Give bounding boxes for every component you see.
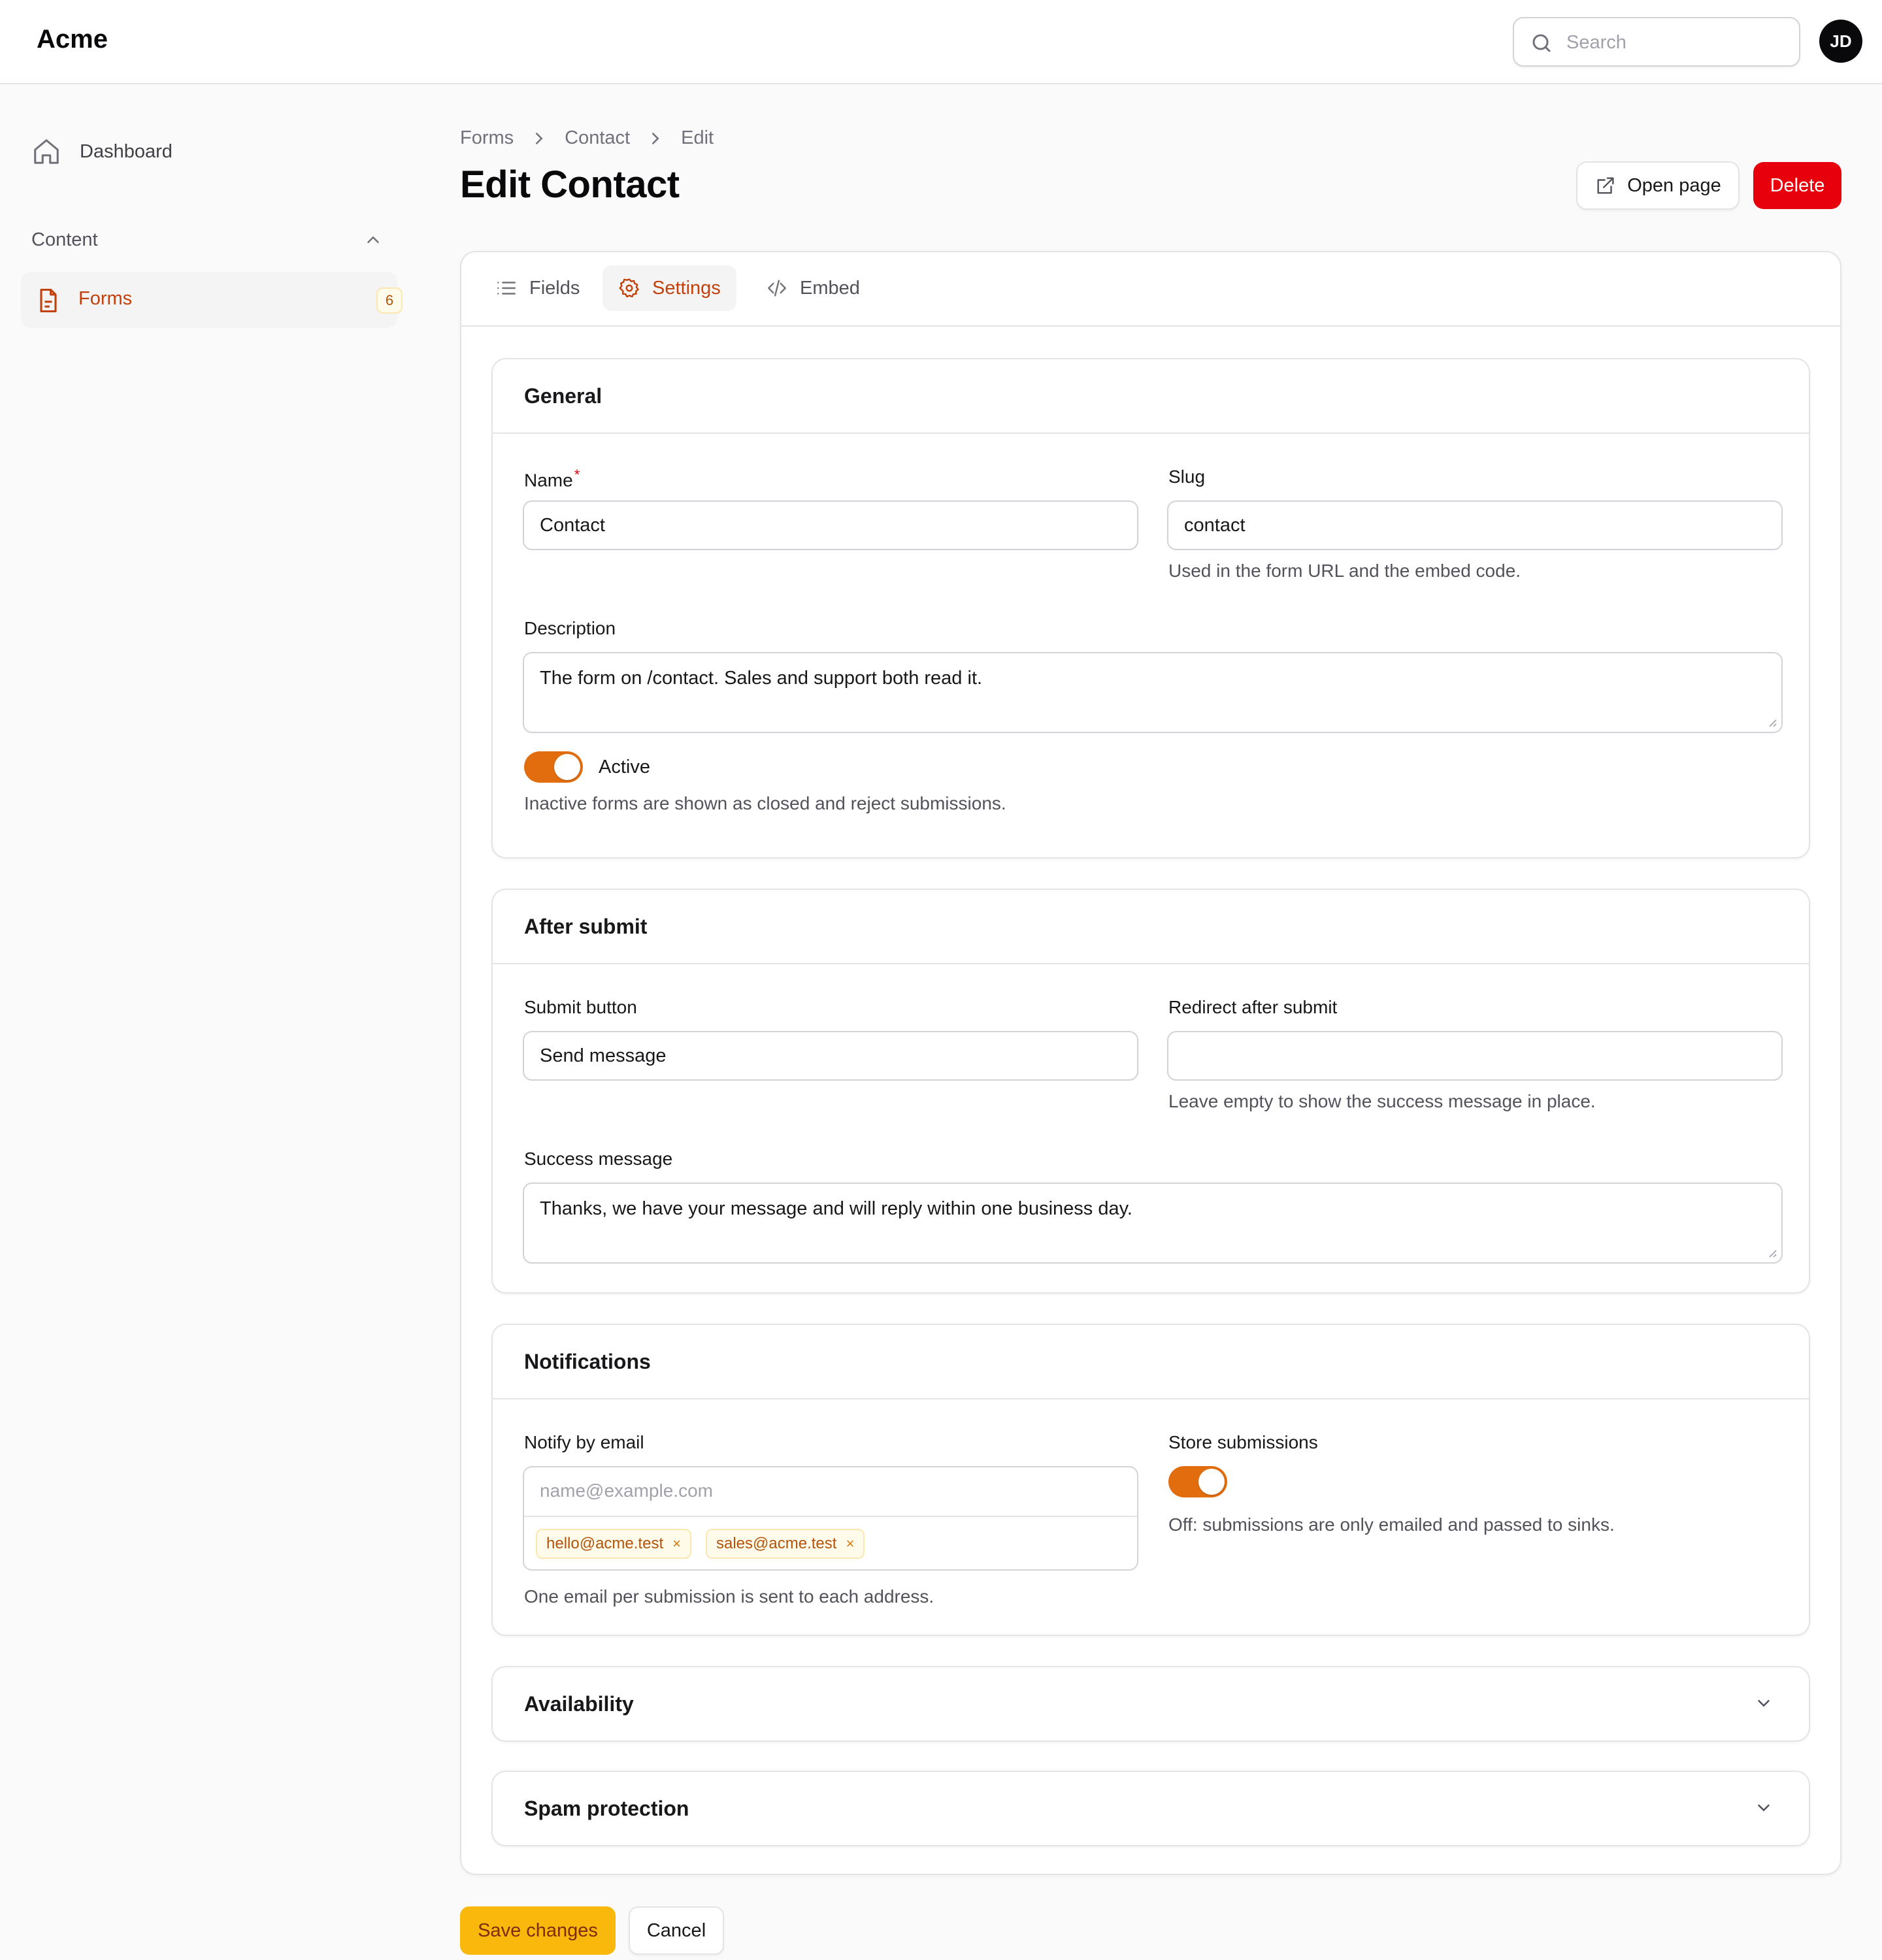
breadcrumb-forms[interactable]: Forms bbox=[460, 127, 514, 149]
description-label: Description bbox=[524, 618, 616, 638]
name-input[interactable]: Contact bbox=[523, 500, 1138, 550]
search-placeholder: Search bbox=[1566, 32, 1626, 53]
email-chip: hello@acme.test × bbox=[536, 1529, 691, 1559]
tab-label: Embed bbox=[800, 277, 860, 299]
store-submissions-label: Store submissions bbox=[1168, 1432, 1318, 1452]
divider bbox=[524, 1516, 1137, 1517]
store-submissions-help: Off: submissions are only emailed and pa… bbox=[1168, 1514, 1615, 1535]
active-help: Inactive forms are shown as closed and r… bbox=[524, 793, 1006, 813]
sidebar-item-label: Dashboard bbox=[80, 140, 173, 162]
section-title: Notifications bbox=[524, 1350, 651, 1373]
slug-input[interactable]: contact bbox=[1167, 500, 1783, 550]
page-title: Edit Contact bbox=[460, 163, 680, 206]
tab-settings[interactable]: Settings bbox=[603, 265, 736, 311]
notify-email-label: Notify by email bbox=[524, 1432, 644, 1452]
availability-section[interactable]: Availability bbox=[491, 1666, 1810, 1742]
section-header: General bbox=[493, 359, 1809, 434]
email-chip-label: hello@acme.test bbox=[546, 1535, 664, 1552]
chevron-up-icon[interactable] bbox=[363, 230, 383, 250]
list-icon bbox=[497, 282, 516, 295]
sidebar-item-forms[interactable]: Forms 6 bbox=[21, 272, 403, 328]
open-page-button[interactable]: Open page bbox=[1576, 161, 1740, 210]
section-header: After submit bbox=[493, 890, 1809, 964]
section-header: Availability bbox=[493, 1667, 1809, 1742]
tab-bar: Fields Settings Embed bbox=[461, 252, 1840, 327]
slug-label: Slug bbox=[1168, 466, 1206, 487]
chevron-right-icon bbox=[536, 132, 543, 144]
success-message-textarea[interactable]: Thanks, we have your message and will re… bbox=[523, 1183, 1783, 1264]
section-header: Spam protection bbox=[493, 1772, 1809, 1846]
toggle-knob bbox=[1198, 1469, 1225, 1495]
tab-label: Fields bbox=[529, 277, 580, 299]
chevron-right-icon bbox=[652, 132, 659, 144]
breadcrumb-contact[interactable]: Contact bbox=[565, 127, 630, 149]
chevron-down-icon[interactable] bbox=[1754, 1693, 1774, 1713]
redirect-help: Leave empty to show the success message … bbox=[1168, 1091, 1596, 1111]
section-title: After submit bbox=[524, 915, 648, 938]
active-toggle[interactable] bbox=[524, 751, 583, 783]
description-value: The form on /contact. Sales and support … bbox=[540, 668, 983, 689]
brand-logo[interactable]: Acme bbox=[37, 25, 108, 54]
chevron-down-icon[interactable] bbox=[1754, 1798, 1774, 1818]
section-title: Availability bbox=[524, 1692, 634, 1716]
breadcrumb-edit: Edit bbox=[681, 127, 714, 148]
submit-button-label: Submit button bbox=[524, 997, 637, 1017]
delete-button[interactable]: Delete bbox=[1753, 162, 1841, 209]
required-marker: * bbox=[574, 466, 580, 483]
active-label: Active bbox=[599, 757, 650, 777]
avatar[interactable]: JD bbox=[1819, 20, 1862, 63]
save-changes-button[interactable]: Save changes bbox=[460, 1906, 616, 1955]
external-link-icon bbox=[1597, 177, 1614, 194]
after-submit-section: After submit Submit button Send message … bbox=[491, 889, 1810, 1294]
success-message-label: Success message bbox=[524, 1149, 673, 1169]
description-textarea[interactable]: The form on /contact. Sales and support … bbox=[523, 652, 1783, 733]
general-section: General Name* Contact Slug contact Used … bbox=[491, 358, 1810, 858]
email-chip-label: sales@acme.test bbox=[716, 1535, 837, 1552]
section-header: Notifications bbox=[493, 1325, 1809, 1399]
sidebar-item-dashboard[interactable]: Dashboard bbox=[31, 135, 173, 169]
settings-card: Fields Settings Embed General Name* Cont… bbox=[460, 251, 1841, 1875]
tab-fields[interactable]: Fields bbox=[480, 265, 595, 311]
breadcrumb: Forms Contact Edit bbox=[460, 127, 714, 149]
document-icon bbox=[40, 288, 57, 313]
resize-handle-icon[interactable] bbox=[1767, 717, 1777, 728]
section-title: General bbox=[524, 384, 603, 408]
email-chip: sales@acme.test × bbox=[706, 1529, 865, 1559]
redirect-label: Redirect after submit bbox=[1168, 997, 1338, 1017]
store-submissions-toggle[interactable] bbox=[1168, 1466, 1227, 1497]
search-input[interactable]: Search bbox=[1513, 17, 1800, 67]
remove-icon[interactable]: × bbox=[846, 1535, 854, 1552]
sidebar-item-label: Forms bbox=[78, 288, 133, 309]
notify-email-field[interactable]: name@example.com hello@acme.test × sales… bbox=[523, 1466, 1138, 1571]
cancel-button[interactable]: Cancel bbox=[629, 1906, 724, 1955]
slug-help: Used in the form URL and the embed code. bbox=[1168, 561, 1521, 581]
spam-protection-section[interactable]: Spam protection bbox=[491, 1771, 1810, 1846]
remove-icon[interactable]: × bbox=[672, 1535, 681, 1552]
resize-handle-icon[interactable] bbox=[1767, 1248, 1777, 1258]
notify-help: One email per submission is sent to each… bbox=[524, 1586, 934, 1607]
tab-label: Settings bbox=[652, 277, 721, 299]
notifications-section: Notifications Notify by email name@examp… bbox=[491, 1324, 1810, 1636]
open-page-label: Open page bbox=[1627, 174, 1721, 196]
name-label: Name* bbox=[524, 466, 580, 491]
home-icon bbox=[34, 139, 59, 164]
email-placeholder: name@example.com bbox=[540, 1480, 713, 1501]
count-badge: 6 bbox=[376, 287, 403, 314]
top-bar: Acme Search JD bbox=[0, 0, 1882, 84]
toggle-knob bbox=[554, 754, 580, 780]
search-icon bbox=[1532, 34, 1551, 52]
code-icon bbox=[768, 280, 786, 297]
submit-button-input[interactable]: Send message bbox=[523, 1031, 1138, 1081]
sidebar-group-label[interactable]: Content bbox=[31, 229, 98, 251]
redirect-input[interactable] bbox=[1167, 1031, 1783, 1081]
success-message-value: Thanks, we have your message and will re… bbox=[540, 1198, 1132, 1219]
tab-embed[interactable]: Embed bbox=[750, 265, 876, 311]
gear-icon bbox=[619, 278, 639, 298]
section-title: Spam protection bbox=[524, 1797, 689, 1820]
